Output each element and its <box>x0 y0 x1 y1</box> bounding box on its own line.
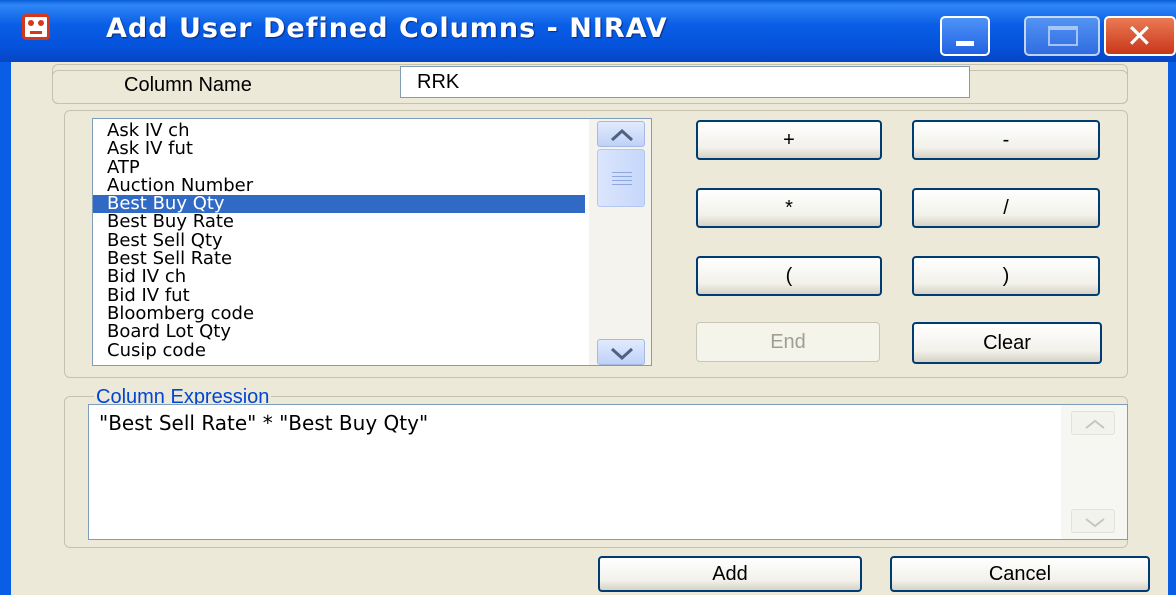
list-item[interactable]: Ask IV fut <box>93 140 591 158</box>
cancel-button[interactable]: Cancel <box>890 556 1150 592</box>
column-expression-value: "Best Sell Rate" * "Best Buy Qty" <box>99 411 429 435</box>
dialog-window: Add User Defined Columns - NIRAV ✕ Colum… <box>0 0 1176 595</box>
minimize-icon <box>956 41 974 46</box>
open-paren-button[interactable]: ( <box>696 256 882 296</box>
add-button[interactable]: Add <box>598 556 862 592</box>
clear-button[interactable]: Clear <box>912 322 1102 364</box>
title-bar[interactable]: Add User Defined Columns - NIRAV ✕ <box>0 0 1176 62</box>
multiply-button[interactable]: * <box>696 188 882 228</box>
column-name-label: Column Name <box>124 74 252 96</box>
close-paren-button[interactable]: ) <box>912 256 1100 296</box>
scroll-up-button[interactable] <box>597 121 645 147</box>
window-frame-left <box>0 62 11 595</box>
expression-scroll-up-button <box>1071 411 1115 435</box>
list-item[interactable]: Bid IV ch <box>93 268 591 286</box>
chevron-up-icon <box>1085 419 1105 429</box>
list-item[interactable]: Board Lot Qty <box>93 323 591 341</box>
plus-button[interactable]: + <box>696 120 882 160</box>
expression-scrollbar <box>1061 405 1127 539</box>
chevron-down-icon <box>1085 518 1105 528</box>
minimize-button[interactable] <box>940 16 990 56</box>
minus-button[interactable]: - <box>912 120 1100 160</box>
column-name-input[interactable]: RRK <box>400 66 970 98</box>
field-listbox[interactable]: Ask IV ch Ask IV fut ATP Auction Number Best… <box>92 118 652 366</box>
column-name-value: RRK <box>417 71 460 93</box>
chevron-up-icon <box>610 128 634 142</box>
window-title: Add User Defined Columns - NIRAV <box>106 13 668 44</box>
app-icon[interactable] <box>22 14 50 40</box>
maximize-button <box>1024 16 1100 56</box>
maximize-icon <box>1048 26 1078 46</box>
list-item[interactable]: Cusip code <box>93 341 591 360</box>
chevron-down-icon <box>610 347 634 360</box>
expression-scroll-down-button <box>1071 509 1115 533</box>
column-expression-textarea[interactable]: "Best Sell Rate" * "Best Buy Qty" <box>88 404 1128 540</box>
close-icon: ✕ <box>1126 17 1153 55</box>
field-list-scrollbar[interactable] <box>589 119 651 365</box>
field-list: Ask IV ch Ask IV fut ATP Auction Number Best… <box>93 121 591 360</box>
scroll-down-button[interactable] <box>597 339 645 365</box>
divide-button[interactable]: / <box>912 188 1100 228</box>
scroll-thumb[interactable] <box>597 149 645 207</box>
end-button: End <box>696 322 880 362</box>
close-button[interactable]: ✕ <box>1104 16 1176 56</box>
window-frame-right <box>1168 62 1176 595</box>
